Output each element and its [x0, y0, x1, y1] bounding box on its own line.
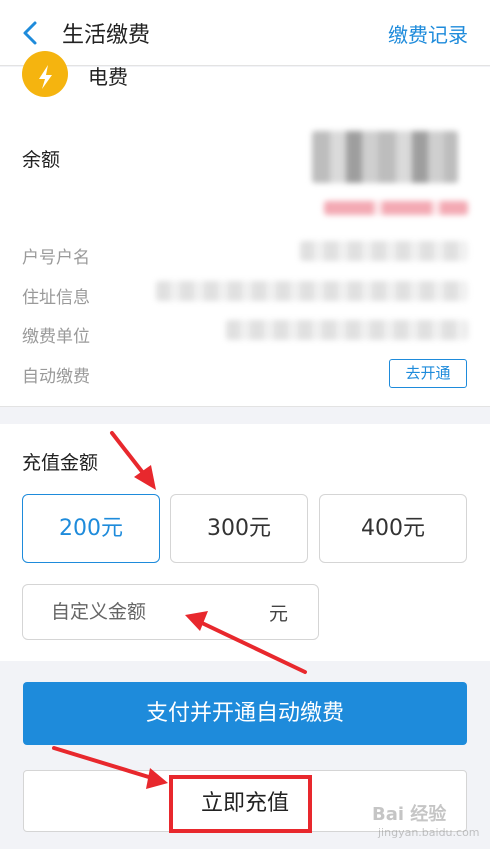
pay-and-enable-auto-pay-button[interactable]: 支付并开通自动缴费: [23, 682, 467, 745]
payment-unit-label: 缴费单位: [22, 327, 90, 347]
baidu-watermark-url: jingyan.baidu.com: [378, 826, 480, 839]
top-nav-bar: 生活缴费 缴费记录: [0, 0, 490, 66]
highlight-box: [169, 775, 312, 833]
amount-option-400[interactable]: 400元: [319, 494, 467, 563]
amount-option-200[interactable]: 200元: [22, 494, 160, 563]
baidu-watermark: Bai 经验: [372, 804, 447, 825]
account-info-card: 电费 余额 户号户名 住址信息 缴费单位 自动缴费 去开通: [0, 51, 490, 407]
address-redacted: [156, 281, 468, 301]
service-name: 电费: [88, 65, 128, 89]
account-name-label: 户号户名: [22, 248, 90, 268]
balance-label: 余额: [22, 149, 61, 171]
recharge-amount-card: 充值金额 200元 300元 400元 元: [0, 424, 490, 661]
electricity-logo-icon: [22, 51, 68, 97]
recharge-amount-title: 充值金额: [22, 452, 99, 474]
auto-pay-label: 自动缴费: [22, 367, 90, 387]
enable-auto-pay-button[interactable]: 去开通: [389, 359, 467, 388]
page-title: 生活缴费: [62, 23, 151, 48]
balance-value-redacted: [312, 131, 458, 183]
back-arrow-icon[interactable]: [16, 18, 46, 48]
custom-amount-input[interactable]: [51, 599, 251, 625]
custom-amount-unit: 元: [269, 603, 289, 625]
address-label: 住址信息: [22, 288, 90, 308]
payment-records-link[interactable]: 缴费记录: [388, 19, 468, 48]
payment-unit-redacted: [226, 320, 468, 340]
balance-status-redacted: [324, 201, 468, 215]
account-name-redacted: [300, 241, 468, 261]
custom-amount-field[interactable]: 元: [22, 584, 319, 640]
amount-option-300[interactable]: 300元: [170, 494, 308, 563]
